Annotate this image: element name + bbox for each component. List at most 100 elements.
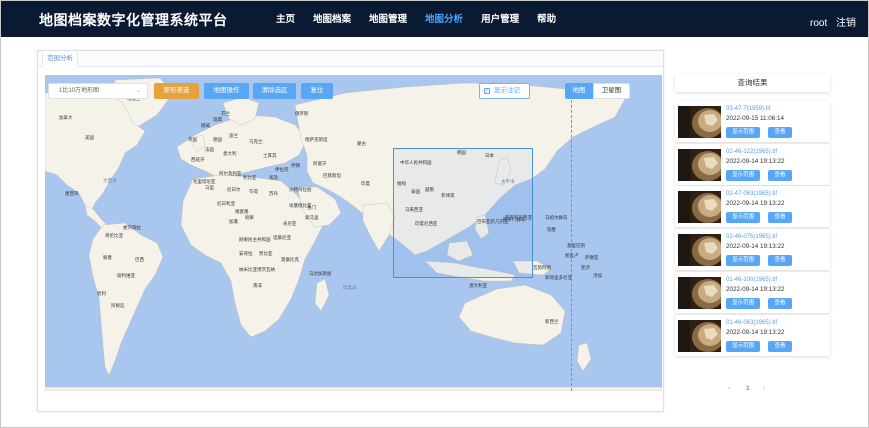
- map-label-micronesia: 密克罗尼西亚: [505, 215, 532, 220]
- map-label-iran: 伊朗: [291, 163, 300, 168]
- nav-item-home[interactable]: 主页: [267, 1, 304, 37]
- map-label-poland: 波兰: [229, 133, 238, 138]
- view-button[interactable]: 查看: [768, 127, 792, 138]
- map-label-libya: 利比亚: [243, 175, 257, 180]
- show-annotation-checkbox[interactable]: ✓ 显示注记: [479, 83, 530, 99]
- rect-filter-button[interactable]: 矩形筛选: [154, 83, 199, 99]
- view-button[interactable]: 查看: [768, 170, 792, 181]
- map-label-angola: 安哥拉: [239, 251, 253, 256]
- results-panel: 查询结果: [675, 74, 830, 92]
- map-label-ukraine: 乌克兰: [249, 139, 263, 144]
- nav-item-map-management[interactable]: 地图管理: [360, 1, 416, 37]
- map-label-kazakhstan: 哈萨克斯坦: [305, 137, 328, 142]
- map-label-japan: 日本: [485, 153, 494, 158]
- map-label-drc: 刚果民主共和国: [239, 237, 271, 242]
- result-card[interactable]: 02-47-063(1965).tif 2022-09-14 19:13:22 显示…: [675, 186, 830, 227]
- username[interactable]: root: [810, 18, 827, 29]
- map-label-tanzania: 坦桑尼亚: [273, 235, 291, 240]
- show-range-button[interactable]: 显示范围: [726, 298, 760, 309]
- result-card[interactable]: 01-46-100(1965).tif 2022-09-14 19:13:22 显示…: [675, 272, 830, 313]
- map-label-fiji: 斐济: [581, 265, 590, 270]
- map-label-mexico: 墨西哥: [65, 191, 79, 196]
- map-label-australia: 澳大利亚: [469, 283, 487, 288]
- map-label-indian-ocean: 印度洋: [343, 285, 357, 290]
- map-thumbnail: [678, 234, 721, 266]
- map-label-mozambique: 莫桑比克: [281, 257, 299, 262]
- world-map[interactable]: 格陵兰 美国 加拿大 墨西哥 哥伦比亚 委内瑞拉 秘鲁 巴西 玻利维亚 阿根廷 …: [45, 75, 662, 391]
- map-thumbnail: [678, 320, 721, 352]
- view-satellite-toggle[interactable]: 卫星图: [593, 83, 630, 99]
- result-file-name[interactable]: 03-47-7(1959).tif: [726, 106, 770, 112]
- app-title: 地图档案数字化管理系统平台: [39, 12, 228, 28]
- result-file-name[interactable]: 01-46-100(1965).tif: [726, 277, 777, 283]
- result-card[interactable]: 02-46-075(1965).tif 2022-09-14 19:13:22 显示…: [675, 229, 830, 270]
- pagination-prev[interactable]: ‹: [728, 385, 730, 392]
- result-date: 2022-09-14 19:13:22: [726, 286, 785, 293]
- result-file-name[interactable]: 02-46-122(1965).tif: [726, 149, 777, 155]
- result-file-name[interactable]: 02-47-063(1965).tif: [726, 191, 777, 197]
- map-label-afghanistan: 阿富汗: [313, 161, 327, 166]
- map-label-finland: 芬兰: [221, 111, 230, 116]
- view-button[interactable]: 查看: [768, 212, 792, 223]
- map-label-pacific: 太平洋: [501, 179, 515, 184]
- map-label-france: 法国: [205, 147, 214, 152]
- result-card[interactable]: 03-47-7(1959).tif 2022-09-15 11:06:14 显示范围…: [675, 101, 830, 142]
- result-file-name[interactable]: 01-46-063(1965).tif: [726, 320, 777, 326]
- top-navbar: 地图档案数字化管理系统平台 主页 地图档案 地图管理 地图分析 用户管理 帮助 …: [1, 1, 868, 37]
- nav-item-map-archive[interactable]: 地图档案: [304, 1, 360, 37]
- selection-rectangle[interactable]: [393, 148, 533, 278]
- clear-selection-button[interactable]: 清除选区: [253, 83, 296, 99]
- landmass-antarctica: [45, 386, 662, 391]
- map-label-tonga: 汤加: [593, 273, 602, 278]
- pagination-current-page[interactable]: 1: [746, 385, 750, 392]
- map-label-kenya: 肯尼亚: [283, 221, 297, 226]
- map-label-iraq: 伊拉克: [275, 167, 289, 172]
- landmass-south-america: [88, 222, 164, 376]
- view-button[interactable]: 查看: [768, 298, 792, 309]
- map-label-myanmar: 缅甸: [397, 181, 406, 186]
- map-label-namibia: 纳米比亚: [239, 267, 257, 272]
- show-range-button[interactable]: 显示范围: [726, 341, 760, 352]
- landmass-madagascar: [314, 278, 330, 312]
- show-range-button[interactable]: 显示范围: [726, 212, 760, 223]
- map-thumbnail: [678, 149, 721, 181]
- map-thumbnail: [678, 191, 721, 223]
- map-label-germany: 德国: [213, 137, 222, 142]
- user-area: root 注销: [804, 14, 856, 29]
- map-label-vietnam: 越南: [425, 187, 434, 192]
- show-range-button[interactable]: 显示范围: [726, 170, 760, 181]
- nav-item-help[interactable]: 帮助: [528, 1, 565, 37]
- reset-button[interactable]: 复位: [301, 83, 333, 99]
- view-map-toggle[interactable]: 地图: [565, 83, 593, 99]
- result-date: 2022-09-15 11:06:14: [726, 115, 785, 122]
- map-label-botswana: 博茨瓦纳: [257, 267, 275, 272]
- nav-item-user-management[interactable]: 用户管理: [472, 1, 528, 37]
- map-label-mongolia: 蒙古: [357, 141, 366, 146]
- map-thumbnail: [678, 277, 721, 309]
- tab-range-analysis[interactable]: 范围分析: [42, 51, 78, 67]
- logout-link[interactable]: 注销: [836, 18, 856, 29]
- map-label-nz: 新西兰: [545, 319, 559, 324]
- pagination-next[interactable]: ›: [763, 385, 765, 392]
- map-label-samoa: 萨摩亚: [585, 255, 599, 260]
- map-label-bolivia: 玻利维亚: [117, 273, 135, 278]
- map-label-italy: 意大利: [223, 151, 237, 156]
- map-label-colombia: 哥伦比亚: [105, 233, 123, 238]
- map-label-new-caledonia: 新喀里多尼亚: [545, 275, 572, 280]
- result-card[interactable]: 02-46-122(1965).tif 2022-09-14 19:13:22 显示…: [675, 144, 830, 185]
- nav-item-map-analysis[interactable]: 地图分析: [416, 1, 472, 37]
- map-label-marshall: 马绍尔群岛: [545, 215, 568, 220]
- result-card[interactable]: 01-46-063(1965).tif 2022-09-14 19:13:22 显示…: [675, 315, 830, 356]
- map-label-chad: 乍得: [249, 189, 258, 194]
- view-button[interactable]: 查看: [768, 255, 792, 266]
- view-button[interactable]: 查看: [768, 341, 792, 352]
- show-range-button[interactable]: 显示范围: [726, 127, 760, 138]
- scale-select[interactable]: 1比10万地形图 ⌄: [48, 83, 148, 99]
- result-file-name[interactable]: 02-46-075(1965).tif: [726, 234, 777, 240]
- map-label-saudi: 沙特阿拉伯: [289, 187, 312, 192]
- map-label-algeria: 阿尔及利亚: [219, 171, 242, 176]
- pagination: ‹ 1 ›: [723, 385, 783, 397]
- map-label-spain: 西班牙: [191, 157, 205, 162]
- show-range-button[interactable]: 显示范围: [726, 255, 760, 266]
- map-ops-button[interactable]: 地图操作: [204, 83, 249, 99]
